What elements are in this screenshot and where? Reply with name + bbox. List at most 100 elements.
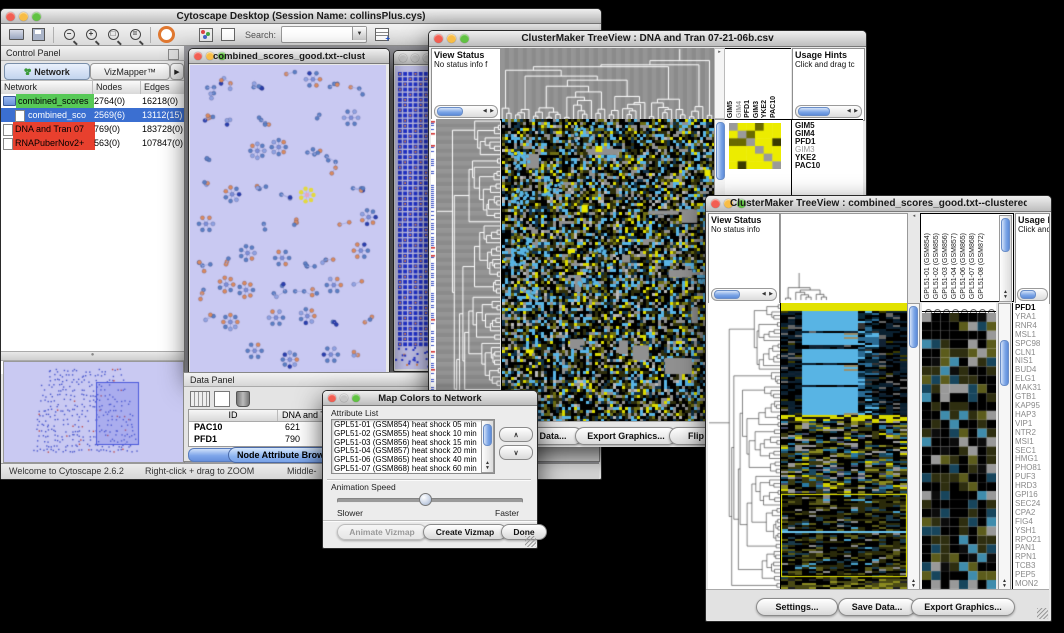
vizmapper-icon[interactable] <box>196 26 216 44</box>
dialog-title: Map Colors to Network <box>347 393 513 404</box>
create-vizmap-button[interactable]: Create Vizmap <box>423 524 507 540</box>
vlab1-label[interactable]: GIM3 <box>753 101 762 118</box>
open-file-icon[interactable] <box>6 26 26 44</box>
close-button[interactable] <box>711 199 720 208</box>
settings-button[interactable]: Settings... <box>756 598 838 616</box>
close-button[interactable] <box>434 34 443 43</box>
resize-grip[interactable] <box>525 536 536 547</box>
dialog-titlebar[interactable]: Map Colors to Network <box>323 391 537 406</box>
network-row[interactable]: DNA and Tran 07 769(0) 183728(0) <box>1 122 184 136</box>
tv1-row-labels: GIM5GIM4PFD1GIM3YKE2PAC10 <box>795 122 820 170</box>
vlab2-label[interactable]: GPL51-04 (GSM857) <box>950 233 959 299</box>
usage-hints-scrollbar[interactable] <box>1017 288 1048 301</box>
vlab2-label[interactable]: GPL51-07 (GSM868) <box>968 233 977 299</box>
tv1-selection-thumbnail[interactable] <box>729 123 781 169</box>
folder-icon <box>3 96 16 106</box>
network-row[interactable]: RNAPuberNov2+ 563(0) 107847(0) <box>1 136 184 150</box>
animate-vizmap-button[interactable]: Animate Vizmap <box>337 524 427 540</box>
network-overview[interactable] <box>3 361 184 463</box>
vlab1-label[interactable]: GIM4 <box>736 101 745 118</box>
file-icon <box>3 124 13 136</box>
tv2-gene-scrollbar[interactable]: ▲▼ <box>998 303 1011 591</box>
save-data-button[interactable]: Save Data... <box>838 598 916 616</box>
usage-hints-title: Usage Hints <box>793 49 864 60</box>
status-zoom-hint: Right-click + drag to ZOOM <box>145 466 254 476</box>
close-button[interactable] <box>6 12 15 21</box>
tv2-gene-labels: PFD1YRA1RNR4MSL1SPC98CLN1NIS1BUD4ELG1MAK… <box>1015 304 1041 589</box>
main-titlebar[interactable]: Cytoscape Desktop (Session Name: collins… <box>1 9 601 24</box>
search-dropdown-button[interactable]: ▼ <box>352 27 366 40</box>
attr-item-label[interactable]: GPL51-07 (GSM868) heat shock 60 min <box>332 465 494 474</box>
rlab1-label[interactable]: PAC10 <box>795 162 820 170</box>
zoom-fit-icon[interactable]: = <box>125 26 145 44</box>
new-page-icon[interactable] <box>214 391 230 407</box>
move-up-button[interactable]: ∧ <box>499 427 533 442</box>
vlab1-label[interactable]: PFD1 <box>744 100 753 118</box>
export-graphics-button[interactable]: Export Graphics... <box>911 598 1015 616</box>
vlab1-label[interactable]: YKE2 <box>761 100 770 118</box>
file-icon <box>3 138 13 150</box>
vlab2-label[interactable]: GPL51-01 (GSM854) <box>923 233 932 299</box>
cell-value: 621 <box>277 422 300 434</box>
zoom-out-icon[interactable]: − <box>59 26 79 44</box>
vlab2-label[interactable]: GPL51-03 (GSM856) <box>941 233 950 299</box>
network-window-title: combined_scores_good.txt--cluste... <box>213 51 365 62</box>
save-icon[interactable] <box>28 26 48 44</box>
attribute-table-icon[interactable] <box>372 26 392 44</box>
treeview1-titlebar[interactable]: ClusterMaker TreeView : DNA and Tran 07-… <box>429 31 866 47</box>
vlab1-label[interactable]: GIM5 <box>727 101 736 118</box>
tv1-column-dendrogram[interactable] <box>500 48 714 120</box>
tv2-heatmap-scrollbar[interactable]: ▲▼ <box>907 303 920 591</box>
tab-network[interactable]: Network <box>4 63 90 80</box>
vlab2-label[interactable]: GPL51-06 (GSM865) <box>959 233 968 299</box>
gene-label[interactable]: MON2 <box>1015 580 1041 589</box>
tab-overflow-button[interactable]: ▶ <box>170 63 184 80</box>
slider-thumb[interactable] <box>419 493 432 506</box>
view-status-scrollbar[interactable]: ◀ ▶ <box>434 105 498 118</box>
attribute-list-scrollbar[interactable]: ▲▼ <box>481 420 494 473</box>
network-table-header[interactable]: Network Nodes Edges <box>1 80 184 95</box>
panel-float-icon[interactable] <box>168 49 179 60</box>
tv2-col-labels: GPL51-01 (GSM854)GPL51-02 (GSM855)GPL51-… <box>923 216 989 299</box>
network-row[interactable]: combined_scores 2764(0) 16218(0) <box>1 94 184 108</box>
search-label: Search: <box>245 30 276 40</box>
cell-id: PFD1 <box>189 434 277 446</box>
treeview2-titlebar[interactable]: ClusterMaker TreeView : combined_scores_… <box>706 196 1051 212</box>
tv2-heatmap[interactable] <box>780 303 907 589</box>
close-button[interactable] <box>328 394 336 402</box>
minimize-button[interactable] <box>411 54 419 62</box>
zoom-in-icon[interactable]: + <box>81 26 101 44</box>
view-status-text: No status info <box>709 225 779 234</box>
usage-hints-scrollbar[interactable]: ◀ ▶ <box>795 105 862 118</box>
network-titlebar[interactable]: combined_scores_good.txt--cluste... <box>189 49 389 64</box>
close-button[interactable] <box>194 52 202 60</box>
tv2-column-dendrogram[interactable] <box>780 213 908 304</box>
treeview1-title: ClusterMaker TreeView : DNA and Tran 07-… <box>453 33 842 44</box>
help-lifering-icon[interactable] <box>156 26 176 44</box>
view-status-scrollbar[interactable]: ◀ ▶ <box>711 288 777 301</box>
trash-icon[interactable] <box>236 391 250 407</box>
move-down-button[interactable]: ∨ <box>499 445 533 460</box>
tv2-row-dendrogram[interactable] <box>708 303 780 589</box>
attribute-list[interactable]: GPL51-01 (GSM854) heat shock 05 minGPL51… <box>331 419 495 474</box>
grid-icon[interactable] <box>190 391 210 407</box>
vlab2-label[interactable]: GPL51-02 (GSM855) <box>932 233 941 299</box>
tv1-heatmap[interactable] <box>501 119 715 421</box>
network-row[interactable]: combined_sco 2569(6) 13112(15) <box>1 108 184 122</box>
tv2-zoom-heatmap[interactable] <box>922 313 996 589</box>
export-graphics-button[interactable]: Export Graphics... <box>575 427 677 445</box>
search-input[interactable]: ▼ <box>281 26 367 43</box>
annotation-icon[interactable] <box>218 26 238 44</box>
tv2-col-labels-scrollbar[interactable]: ▲▼ <box>999 215 1012 302</box>
done-button[interactable]: Done <box>501 524 547 540</box>
panel-splitter[interactable]: ● <box>1 351 184 361</box>
zoom-selected-icon[interactable]: □ <box>103 26 123 44</box>
network-canvas[interactable] <box>190 65 386 373</box>
resize-grip[interactable] <box>1037 608 1048 619</box>
tab-vizmapper[interactable]: VizMapper™ <box>90 63 170 80</box>
vlab2-label[interactable]: GPL51-08 (GSM872) <box>977 233 986 299</box>
overview-canvas[interactable] <box>4 362 181 460</box>
close-button[interactable] <box>399 54 407 62</box>
tv1-row-dendrogram[interactable] <box>436 119 500 421</box>
vlab1-label[interactable]: PAC10 <box>770 96 779 118</box>
